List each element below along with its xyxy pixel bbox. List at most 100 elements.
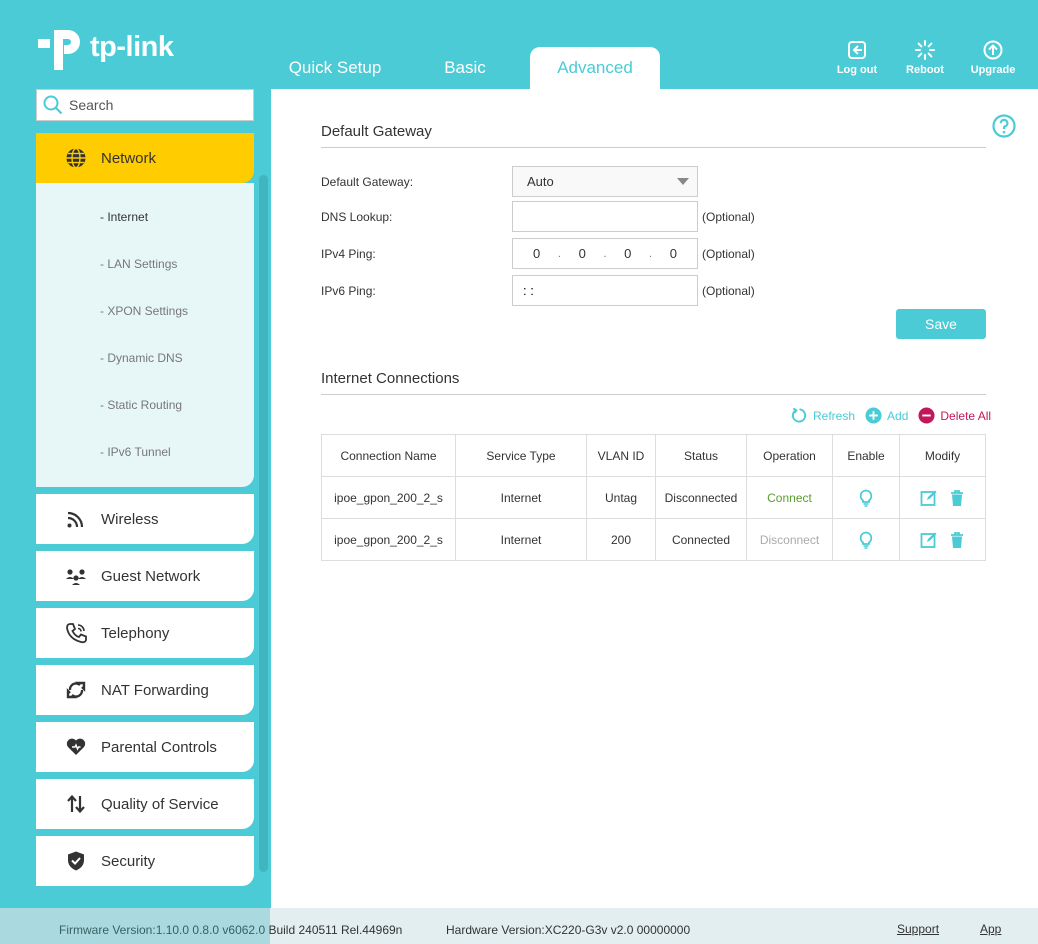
logout-button[interactable]: Log out: [834, 40, 880, 76]
sidebar-item-label: Network: [101, 149, 157, 167]
ipv4-octet-3[interactable]: 0: [618, 246, 638, 261]
add-button[interactable]: Add: [865, 407, 908, 424]
sidebar-search: [36, 89, 254, 121]
modify-cell: [899, 476, 986, 519]
table-row: ipoe_gpon_200_2_s Internet 200 Connected…: [321, 518, 986, 561]
logout-icon: [848, 41, 866, 59]
network-submenu: - Internet - LAN Settings - XPON Setting…: [36, 183, 254, 487]
sidebar-item-label: Guest Network: [101, 567, 201, 585]
sidebar-item-label: NAT Forwarding: [101, 681, 209, 699]
ipv6-ping-input[interactable]: [513, 283, 697, 298]
refresh-button[interactable]: Refresh: [791, 407, 855, 424]
sidebar-item-network[interactable]: Network: [36, 133, 254, 183]
add-icon: [865, 407, 882, 424]
reboot-icon: [915, 40, 935, 60]
wifi-icon: [67, 511, 84, 528]
default-gateway-label: Default Gateway:: [321, 175, 414, 189]
tab-advanced[interactable]: Advanced: [530, 47, 660, 89]
header-actions: Log out Reboot Upgrade: [834, 40, 1016, 76]
enable-cell: [832, 518, 900, 561]
search-input[interactable]: [69, 97, 239, 113]
sidebar-item-telephony[interactable]: Telephony: [36, 608, 254, 658]
dns-lookup-field: [512, 201, 698, 232]
tab-basic[interactable]: Basic: [400, 47, 530, 89]
sidebar-item-label: Wireless: [101, 510, 159, 528]
ipv4-ping-label: IPv4 Ping:: [321, 247, 376, 261]
col-status: Status: [655, 434, 747, 477]
sidebar-scrollbar[interactable]: [259, 175, 268, 872]
sidebar-item-label: Quality of Service: [101, 795, 219, 813]
ipv4-ping-field[interactable]: 0. 0. 0. 0: [512, 238, 698, 269]
support-link[interactable]: Support: [897, 922, 939, 936]
status-cell: Connected: [655, 518, 747, 561]
upgrade-label: Upgrade: [970, 64, 1016, 76]
tab-quick-setup[interactable]: Quick Setup: [270, 47, 400, 89]
connect-button[interactable]: Connect: [746, 476, 833, 519]
ipv6-optional-note: (Optional): [702, 284, 755, 298]
sidebar-item-security[interactable]: Security: [36, 836, 254, 886]
delete-all-label: Delete All: [940, 408, 992, 423]
ipv4-octet-4[interactable]: 0: [663, 246, 683, 261]
col-vlan-id: VLAN ID: [586, 434, 656, 477]
delete-all-button[interactable]: Delete All: [918, 407, 991, 424]
sidebar-item-label: Telephony: [101, 624, 170, 642]
trash-icon[interactable]: [948, 531, 966, 549]
internet-connections-title: Internet Connections: [321, 370, 986, 395]
chevron-down-icon: [677, 178, 689, 185]
dns-lookup-label: DNS Lookup:: [321, 210, 393, 224]
table-row: ipoe_gpon_200_2_s Internet Untag Disconn…: [321, 476, 986, 519]
sidebar-item-quality-of-service[interactable]: Quality of Service: [36, 779, 254, 829]
reboot-button[interactable]: Reboot: [902, 40, 948, 76]
default-gateway-select[interactable]: Auto: [512, 166, 698, 197]
dns-lookup-input[interactable]: [513, 209, 697, 224]
upgrade-icon: [983, 40, 1003, 60]
app-link[interactable]: App: [980, 922, 1001, 936]
ipv4-octet-2[interactable]: 0: [572, 246, 592, 261]
save-button[interactable]: Save: [896, 309, 986, 339]
connections-table: Connection Name Service Type VLAN ID Sta…: [321, 434, 986, 561]
connection-name-cell: ipoe_gpon_200_2_s: [321, 476, 456, 519]
disconnect-button[interactable]: Disconnect: [746, 518, 833, 561]
nat-arrows-icon: [66, 681, 86, 699]
footer-sidebar-shade: [0, 908, 270, 944]
help-icon[interactable]: [992, 114, 1016, 138]
col-connection-name: Connection Name: [321, 434, 456, 477]
service-type-cell: Internet: [455, 476, 587, 519]
submenu-static-routing[interactable]: - Static Routing: [36, 381, 254, 428]
logo-text: tp-link: [90, 30, 174, 63]
submenu-xpon-settings[interactable]: - XPON Settings: [36, 287, 254, 334]
lightbulb-icon[interactable]: [857, 531, 875, 549]
sidebar-item-nat-forwarding[interactable]: NAT Forwarding: [36, 665, 254, 715]
sidebar-item-guest-network[interactable]: Guest Network: [36, 551, 254, 601]
sidebar-item-label: Parental Controls: [101, 738, 217, 756]
main-panel: Default Gateway Default Gateway: Auto DN…: [271, 89, 1038, 909]
reboot-label: Reboot: [906, 64, 944, 76]
lightbulb-icon[interactable]: [857, 489, 875, 507]
trash-icon[interactable]: [948, 489, 966, 507]
globe-icon: [66, 147, 86, 169]
service-type-cell: Internet: [455, 518, 587, 561]
dns-optional-note: (Optional): [702, 210, 755, 224]
tplink-logo: tp-link: [36, 24, 174, 70]
ipv4-octet-1[interactable]: 0: [527, 246, 547, 261]
sidebar-item-parental-controls[interactable]: Parental Controls: [36, 722, 254, 772]
edit-icon[interactable]: [920, 489, 938, 507]
connections-toolbar: Refresh Add Delete All: [781, 407, 991, 424]
vlan-id-cell: Untag: [586, 476, 656, 519]
default-gateway-value: Auto: [527, 174, 554, 189]
shield-icon: [68, 851, 84, 871]
ipv6-ping-label: IPv6 Ping:: [321, 284, 376, 298]
ipv4-optional-note: (Optional): [702, 247, 755, 261]
up-down-arrows-icon: [67, 794, 85, 814]
upgrade-button[interactable]: Upgrade: [970, 40, 1016, 76]
edit-icon[interactable]: [920, 531, 938, 549]
enable-cell: [832, 476, 900, 519]
submenu-internet[interactable]: - Internet: [36, 193, 254, 240]
sidebar-item-wireless[interactable]: Wireless: [36, 494, 254, 544]
submenu-ipv6-tunnel[interactable]: - IPv6 Tunnel: [36, 428, 254, 475]
col-enable: Enable: [832, 434, 900, 477]
modify-cell: [899, 518, 986, 561]
submenu-lan-settings[interactable]: - LAN Settings: [36, 240, 254, 287]
refresh-label: Refresh: [813, 408, 856, 423]
submenu-dynamic-dns[interactable]: - Dynamic DNS: [36, 334, 254, 381]
